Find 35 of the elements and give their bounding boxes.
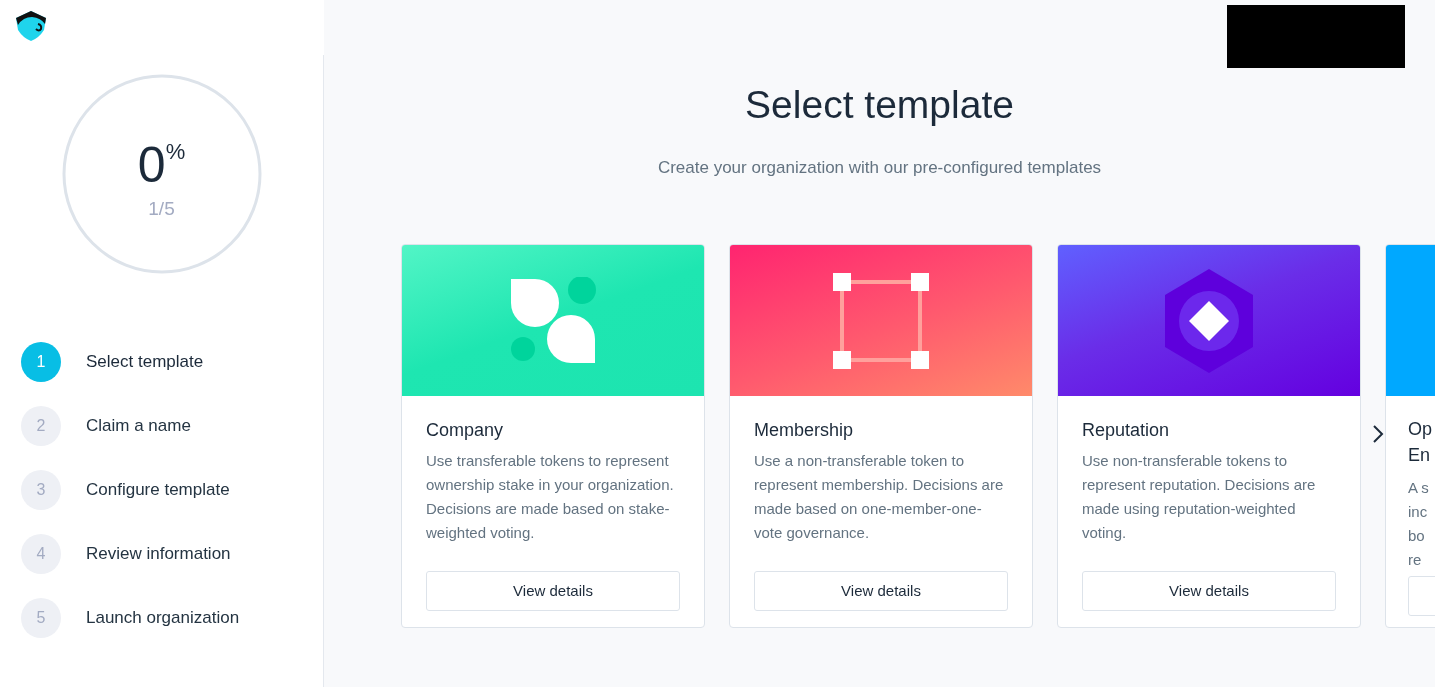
chevron-right-icon	[1372, 424, 1384, 444]
view-details-button[interactable]: View details	[754, 571, 1008, 611]
page-heading: Select template	[744, 82, 1015, 128]
step-label[interactable]: Review information	[86, 541, 231, 567]
view-details-button[interactable]: View details	[426, 571, 680, 611]
card-title: Reputation	[1082, 419, 1171, 442]
card-title: Op	[1408, 418, 1432, 441]
step-count: 1/5	[148, 196, 175, 221]
step-number: 3	[21, 470, 61, 510]
page-subtitle: Create your organization with our pre-configured templates	[656, 157, 1103, 179]
leaves-icon	[509, 276, 597, 365]
hexagon-icon	[1165, 268, 1253, 373]
square-nodes-icon	[833, 272, 929, 369]
card-description: Use transferable tokens to represent ownership stake in your organization. Decisions are made based on stake-weighted voting.	[426, 451, 675, 543]
step-label[interactable]: Launch organization	[86, 605, 240, 631]
card-title: Company	[426, 419, 505, 442]
card-title: Membership	[754, 419, 855, 442]
card-description: re	[1408, 550, 1422, 570]
card-description: Use non-transferable tokens to represent reputation. Decisions are made using reputation-weighted voting.	[1082, 451, 1317, 543]
logo-icon	[14, 10, 48, 42]
card-description: A s	[1408, 478, 1429, 498]
card-title: En	[1408, 444, 1431, 467]
step-label[interactable]: Select template	[86, 349, 204, 375]
percent-sign: %	[165, 140, 186, 163]
view-details-button[interactable]: View details	[1082, 571, 1336, 611]
step-number: 4	[21, 534, 61, 574]
step-number: 1	[21, 342, 61, 382]
card-description: inc	[1408, 502, 1428, 522]
progress-percent: 0	[137, 138, 166, 191]
step-number: 2	[21, 406, 61, 446]
step-label[interactable]: Configure template	[86, 477, 230, 503]
card-description: bo	[1408, 526, 1425, 546]
card-description: Use a non-transferable token to represent membership. Decisions are made based on one-member-one-vote governance.	[754, 451, 1005, 543]
step-number: 5	[21, 598, 61, 638]
step-label[interactable]: Claim a name	[86, 413, 191, 439]
